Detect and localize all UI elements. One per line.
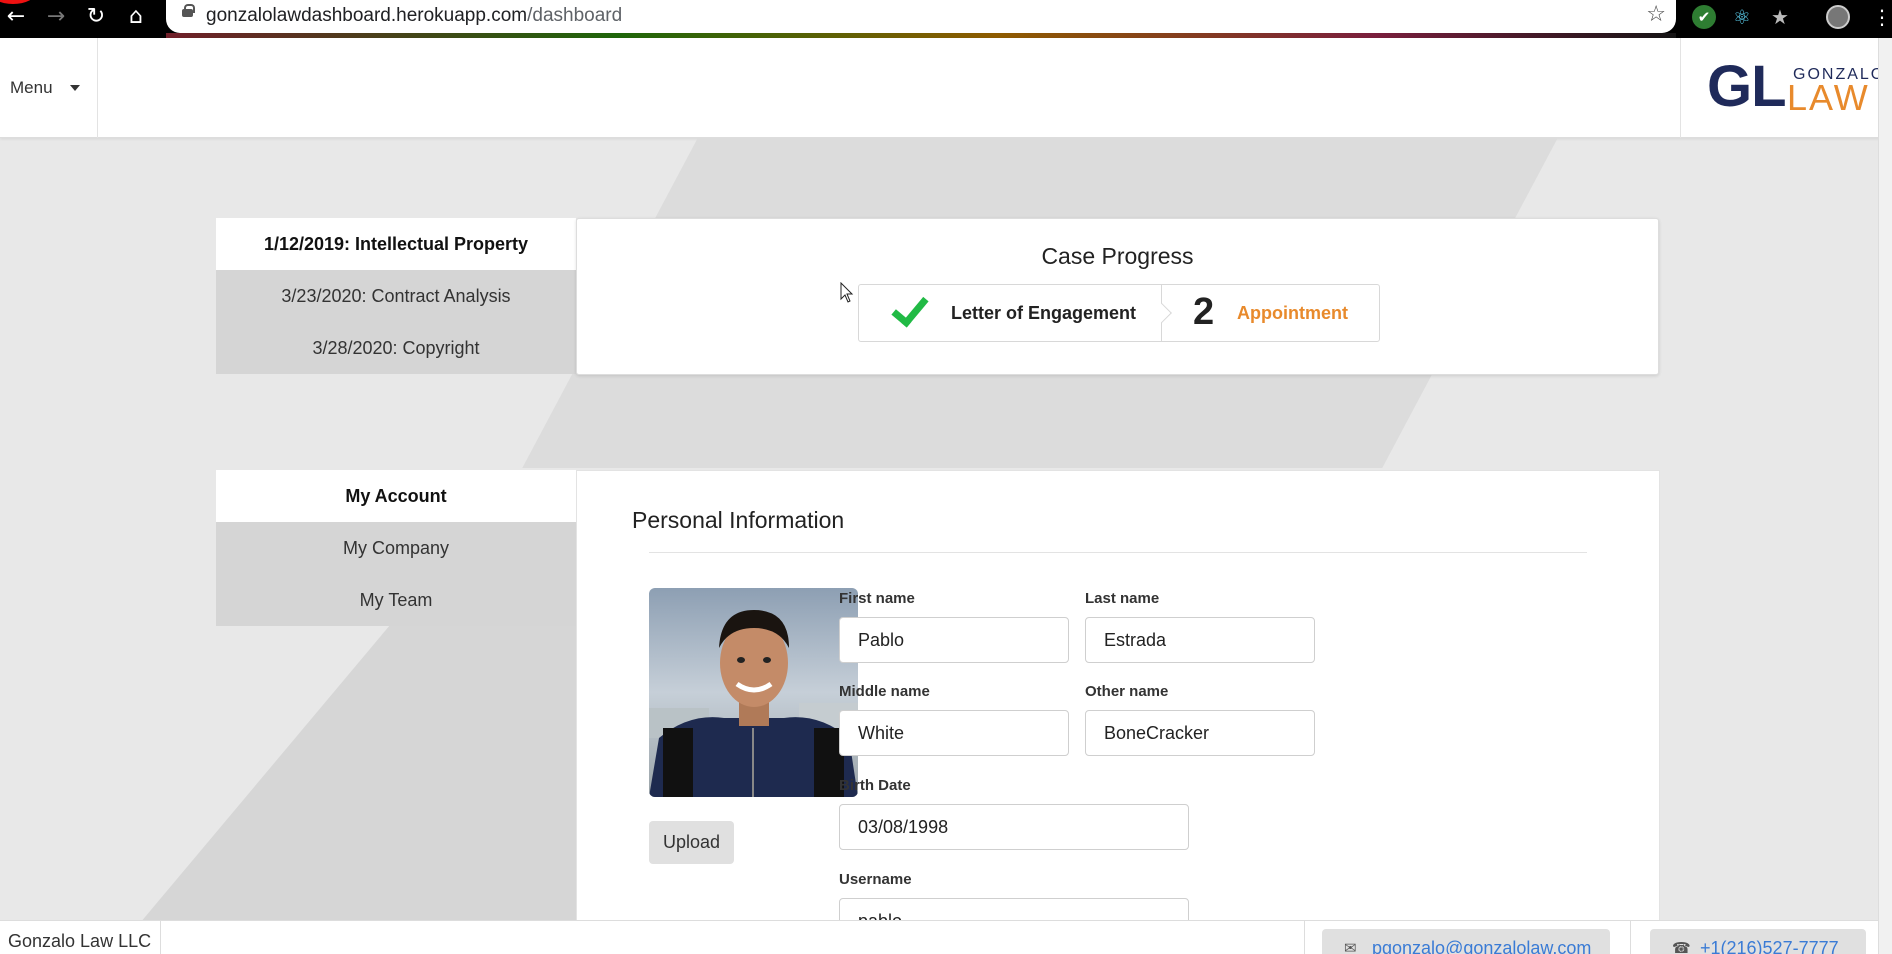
case-progress-title: Case Progress xyxy=(1041,243,1194,269)
case-item-copyright[interactable]: 3/28/2020: Copyright xyxy=(216,322,576,374)
browser-menu-icon[interactable]: ⋮ xyxy=(1872,5,1892,29)
bookmark-star-icon[interactable]: ☆ xyxy=(1646,2,1666,27)
profile-photo xyxy=(649,588,858,797)
reload-icon[interactable]: ↻ xyxy=(82,4,110,30)
personal-info-title: Personal Information xyxy=(632,507,845,533)
username-label: Username xyxy=(839,871,912,888)
step-number: 2 xyxy=(1193,291,1215,333)
nav-my-team[interactable]: My Team xyxy=(216,574,576,626)
phone-link-text[interactable]: +1(216)527-7777 xyxy=(1700,938,1839,954)
logo[interactable]: GL GONZALO LAW xyxy=(1680,38,1892,138)
step-label: Appointment xyxy=(1237,303,1348,323)
page-scrollbar[interactable] xyxy=(1878,38,1892,954)
email-link-button[interactable]: ✉ pgonzalo@gonzalolaw.com xyxy=(1322,929,1610,954)
footer: Gonzalo Law LLC ✉ pgonzalo@gonzalolaw.co… xyxy=(0,920,1878,954)
lock-icon xyxy=(182,4,195,17)
middle-name-label: Middle name xyxy=(839,683,930,700)
bookmarks-icon[interactable]: ★ xyxy=(1768,5,1792,29)
mouse-cursor-icon xyxy=(840,282,854,303)
phone-link-button[interactable]: ☎ +1(216)527-7777 xyxy=(1650,929,1866,954)
case-progress-panel: Case Progress Letter of Engagement 2 App… xyxy=(576,218,1659,375)
forward-icon[interactable]: → xyxy=(42,4,70,30)
first-name-label: First name xyxy=(839,590,915,607)
nav-my-account[interactable]: My Account xyxy=(216,470,576,522)
logo-gl-text: GL xyxy=(1707,54,1787,119)
last-name-input[interactable] xyxy=(1085,617,1315,663)
first-name-input[interactable] xyxy=(839,617,1069,663)
back-icon[interactable]: ← xyxy=(2,4,30,30)
personal-info-panel: Personal Information Upload First name P… xyxy=(576,470,1660,954)
case-item-contract-analysis[interactable]: 3/23/2020: Contract Analysis xyxy=(216,270,576,322)
birth-date-label: Birth Date xyxy=(839,777,911,794)
menu-button[interactable]: Menu xyxy=(0,38,98,138)
envelope-icon: ✉ xyxy=(1344,939,1357,954)
progress-steps: Letter of Engagement 2 Appointment xyxy=(858,284,1380,342)
logo-law-text: LAW xyxy=(1787,77,1870,118)
last-name-label: Last name xyxy=(1085,590,1160,607)
step-label: Letter of Engagement xyxy=(951,303,1137,323)
case-item-intellectual-property[interactable]: 1/12/2019: Intellectual Property xyxy=(216,218,576,270)
shield-extension-icon[interactable]: ✔ xyxy=(1692,5,1716,29)
check-icon xyxy=(891,288,929,328)
email-link-text[interactable]: pgonzalo@gonzalolaw.com xyxy=(1372,938,1591,954)
step-letter-of-engagement[interactable]: Letter of Engagement xyxy=(859,285,1162,341)
home-icon[interactable]: ⌂ xyxy=(122,4,150,30)
footer-divider xyxy=(1304,921,1305,954)
caret-down-icon xyxy=(70,85,80,91)
react-devtools-icon[interactable]: ⚛ xyxy=(1730,5,1754,29)
account-nav: My Account My Company My Team xyxy=(216,470,576,626)
other-name-label: Other name xyxy=(1085,683,1169,700)
app-header: Menu GL GONZALO LAW xyxy=(0,38,1892,138)
other-name-input[interactable] xyxy=(1085,710,1315,756)
upload-button[interactable]: Upload xyxy=(649,821,734,864)
case-list: 1/12/2019: Intellectual Property 3/23/20… xyxy=(216,218,576,374)
menu-label: Menu xyxy=(10,78,53,97)
url-text[interactable]: gonzalolawdashboard.herokuapp.com/dashbo… xyxy=(206,5,622,27)
step-appointment[interactable]: 2 Appointment xyxy=(1163,285,1379,341)
footer-company-name: Gonzalo Law LLC xyxy=(8,931,152,951)
profile-avatar-icon[interactable] xyxy=(1826,5,1850,29)
footer-divider xyxy=(1630,921,1631,954)
divider xyxy=(649,552,1587,553)
footer-divider xyxy=(160,921,161,954)
phone-icon: ☎ xyxy=(1672,939,1691,954)
nav-my-company[interactable]: My Company xyxy=(216,522,576,574)
middle-name-input[interactable] xyxy=(839,710,1069,756)
address-bar[interactable]: gonzalolawdashboard.herokuapp.com/dashbo… xyxy=(166,0,1676,33)
browser-toolbar: ← → ↻ ⌂ gonzalolawdashboard.herokuapp.co… xyxy=(0,0,1892,38)
birth-date-input[interactable] xyxy=(839,804,1189,850)
